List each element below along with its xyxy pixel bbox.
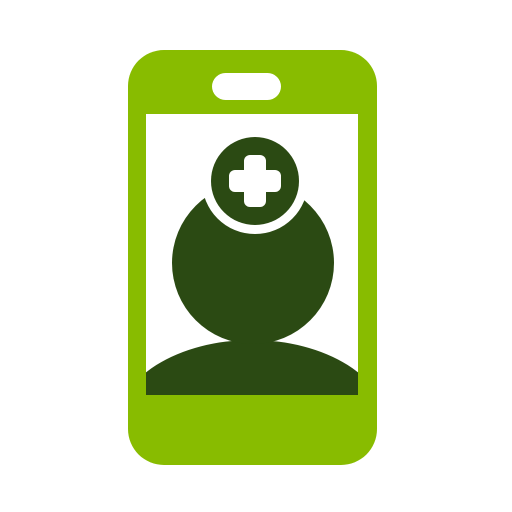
icon-canvas <box>0 0 512 512</box>
telemedicine-phone-icon <box>128 50 377 465</box>
phone-speaker-slot <box>212 73 281 100</box>
plus-icon-horizontal <box>229 170 281 192</box>
